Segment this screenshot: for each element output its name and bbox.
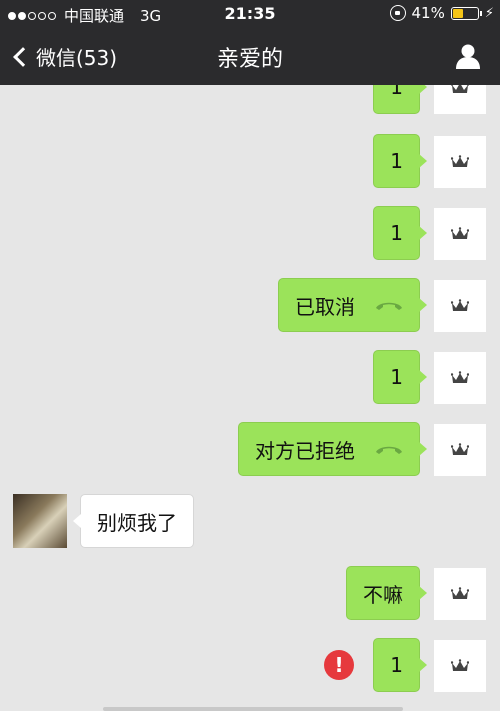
my-avatar[interactable]: [434, 208, 486, 260]
orientation-lock-icon: [389, 5, 406, 21]
my-avatar[interactable]: [434, 568, 486, 620]
chat-header: 微信(53) 亲爱的: [0, 28, 500, 85]
my-avatar[interactable]: [434, 640, 486, 692]
chat-title: 亲爱的: [216, 47, 283, 72]
crown-avatar-icon: [451, 227, 469, 239]
crown-avatar-icon: [451, 85, 469, 93]
sent-message-bubble[interactable]: 1: [373, 134, 427, 188]
message-row: 1: [0, 134, 500, 190]
message-text: 1: [390, 365, 403, 389]
crown-avatar-icon: [451, 659, 469, 671]
my-avatar[interactable]: [434, 424, 486, 476]
crown-avatar-icon: [451, 587, 469, 599]
message-text: 别烦我了: [97, 510, 177, 535]
sent-message-bubble[interactable]: 1: [373, 85, 427, 114]
contact-avatar[interactable]: [13, 494, 67, 548]
scroll-indicator: [103, 707, 403, 711]
sent-message-bubble[interactable]: 1: [373, 350, 427, 404]
my-avatar[interactable]: [434, 85, 486, 114]
sent-message-bubble[interactable]: 对方已拒绝: [238, 422, 427, 476]
message-text: 对方已拒绝: [255, 438, 355, 463]
sent-message-bubble[interactable]: 1: [373, 206, 427, 260]
person-icon: [456, 44, 480, 69]
message-text: 不嘛: [363, 582, 403, 607]
my-avatar[interactable]: [434, 352, 486, 404]
status-bar: 中国联通 3G 21:35 41% ⚡: [0, 0, 500, 28]
battery-percent: 41%: [411, 4, 445, 22]
message-text: 已取消: [295, 294, 355, 319]
message-text: 1: [390, 653, 403, 677]
message-row: 不嘛: [0, 566, 500, 622]
crown-avatar-icon: [451, 299, 469, 311]
my-avatar[interactable]: [434, 136, 486, 188]
message-text: 1: [390, 149, 403, 173]
received-message-bubble[interactable]: 别烦我了: [73, 494, 194, 548]
message-list[interactable]: 1 1 1 已取消 1 对方已拒绝别烦我了不嘛 1!: [0, 85, 500, 711]
message-text: 1: [390, 85, 403, 99]
message-row: 1: [0, 206, 500, 262]
message-row: 1: [0, 350, 500, 406]
phone-icon: [376, 446, 402, 454]
phone-icon: [376, 302, 402, 310]
battery-icon: [450, 6, 482, 20]
status-right: 41% ⚡: [389, 4, 494, 22]
sent-message-bubble[interactable]: 已取消: [278, 278, 427, 332]
sent-message-bubble[interactable]: 1: [373, 638, 427, 692]
message-row: 1: [0, 85, 500, 116]
message-row: 已取消: [0, 278, 500, 334]
crown-avatar-icon: [451, 443, 469, 455]
send-failed-icon[interactable]: !: [324, 650, 354, 680]
message-row: 1!: [0, 638, 500, 694]
sent-message-bubble[interactable]: 不嘛: [346, 566, 427, 620]
crown-avatar-icon: [451, 155, 469, 167]
message-row: 别烦我了: [0, 494, 500, 550]
message-row: 对方已拒绝: [0, 422, 500, 478]
my-avatar[interactable]: [434, 280, 486, 332]
chat-info-button[interactable]: [454, 43, 482, 69]
charging-bolt-icon: ⚡: [484, 5, 494, 21]
crown-avatar-icon: [451, 371, 469, 383]
message-text: 1: [390, 221, 403, 245]
